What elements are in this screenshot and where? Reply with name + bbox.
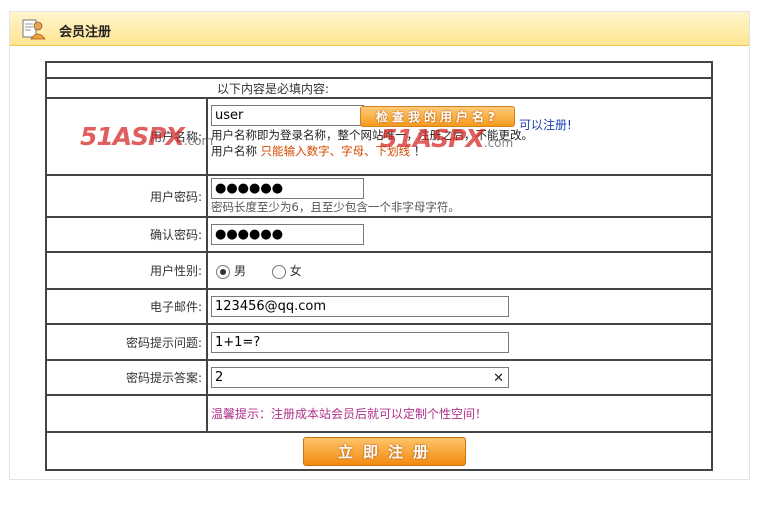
answer-input[interactable]: 2 ✕: [211, 367, 509, 388]
required-note: 以下内容是必填内容:: [45, 77, 713, 99]
answer-label: 密码提示答案:: [45, 359, 208, 396]
tip-label-cell: [45, 394, 208, 433]
page-title: 会员注册: [59, 25, 112, 40]
password-input[interactable]: ●●●●●●: [211, 177, 364, 199]
radio-male[interactable]: [216, 264, 230, 279]
gender-female-option[interactable]: 女: [271, 264, 302, 279]
submit-cell: 立即注册: [45, 431, 713, 471]
user-profile-icon: [22, 19, 46, 40]
panel-header: 会员注册: [10, 12, 749, 46]
password-label: 用户密码:: [45, 174, 208, 218]
gender-label: 用户性别:: [45, 251, 208, 290]
availability-status: 可以注册!: [519, 118, 572, 132]
form-top-bar: [45, 61, 713, 79]
question-label: 密码提示问题:: [45, 323, 208, 361]
confirm-password-input[interactable]: ●●●●●●: [211, 224, 364, 245]
clear-icon[interactable]: ✕: [493, 369, 504, 388]
gender-male-option[interactable]: 男: [216, 264, 250, 279]
email-label: 电子邮件:: [45, 288, 208, 325]
tip-text: 温馨提示：注册成本站会员后就可以定制个性空间！: [206, 394, 713, 433]
submit-button[interactable]: 立即注册: [302, 436, 466, 466]
watermark-left: 51ASPX.com: [80, 122, 214, 151]
watermark-center: 51ASPX.com: [380, 124, 514, 153]
confirm-label: 确认密码:: [45, 216, 208, 253]
email-input[interactable]: 123456@qq.com: [211, 296, 509, 317]
question-input[interactable]: 1+1=?: [211, 331, 509, 353]
radio-female[interactable]: [271, 264, 286, 279]
password-hint: 密码长度至少为6，且至少包含一个非字母字符。: [211, 199, 460, 214]
username-input[interactable]: user: [211, 105, 364, 126]
